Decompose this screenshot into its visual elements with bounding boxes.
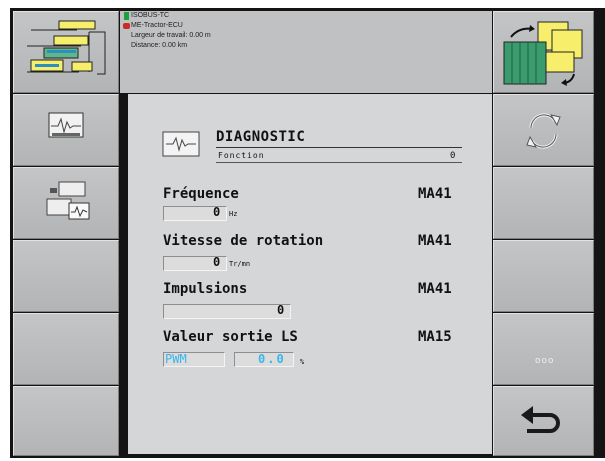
diagnostic-key[interactable] [13, 94, 119, 166]
vitesse-unit: Tr/mn [229, 260, 251, 268]
nav-forward-key[interactable] [493, 11, 594, 93]
left-softkey-4[interactable] [13, 313, 119, 385]
pwm-mode-label: PWM [165, 352, 187, 366]
frequence-code: MA41 [418, 186, 452, 202]
refresh-key[interactable] [493, 94, 594, 166]
terminal-screen: ISOBUS-TC ME-Tractor-ECU Largeur de trav… [0, 0, 605, 461]
working-width-label: Largeur de travail: 0.00 m [131, 32, 211, 39]
frequence-value: 0 [213, 205, 221, 219]
machine-overview-key[interactable] [13, 11, 119, 93]
left-softkey-3[interactable] [13, 240, 119, 312]
valeur-sortie-label: Valeur sortie LS [163, 329, 298, 345]
page-title: DIAGNOSTIC [216, 129, 306, 145]
frequence-label: Fréquence [163, 186, 239, 202]
valeur-sortie-value: 0.0 [258, 352, 286, 366]
vitesse-label: Vitesse de rotation [163, 233, 324, 249]
right-softkey-3[interactable] [493, 240, 594, 312]
left-softkey-5[interactable] [13, 386, 119, 456]
distance-label: Distance: 0.00 km [131, 42, 188, 49]
frequence-unit: Hz [229, 210, 238, 218]
diagnostic-header-icon [162, 131, 200, 157]
status-bar: ISOBUS-TC ME-Tractor-ECU Largeur de trav… [120, 11, 492, 93]
vitesse-code: MA41 [418, 233, 452, 249]
nav-forward-icon [503, 21, 583, 86]
vitesse-value: 0 [213, 255, 221, 269]
tractor-icon [123, 23, 130, 29]
impulsions-field [163, 304, 291, 319]
valeur-sortie-unit: % [300, 358, 305, 366]
isobus-icon [124, 12, 129, 20]
more-key[interactable]: ooo [493, 313, 594, 385]
machine-diagnostic-key[interactable] [13, 167, 119, 239]
function-label: Fonction [218, 151, 265, 160]
refresh-icon [526, 113, 561, 149]
impulsions-value: 0 [277, 303, 285, 317]
impulsions-label: Impulsions [163, 281, 248, 297]
diagnostic-panel: DIAGNOSTIC Fonction 0 Fréquence MA41 0 H… [128, 94, 492, 454]
impulsions-code: MA41 [418, 281, 452, 297]
ecu-label: ME-Tractor-ECU [131, 22, 183, 29]
diagnostic-icon [48, 112, 84, 138]
machine-diagnostic-icon [46, 181, 90, 220]
back-key[interactable] [493, 386, 594, 456]
more-icon: ooo [535, 356, 555, 366]
valeur-sortie-code: MA15 [418, 329, 452, 345]
right-softkey-2[interactable] [493, 167, 594, 239]
back-icon [521, 406, 560, 433]
function-value: 0 [450, 151, 456, 161]
isobus-label: ISOBUS-TC [131, 12, 170, 19]
machine-overview-icon [27, 20, 106, 75]
